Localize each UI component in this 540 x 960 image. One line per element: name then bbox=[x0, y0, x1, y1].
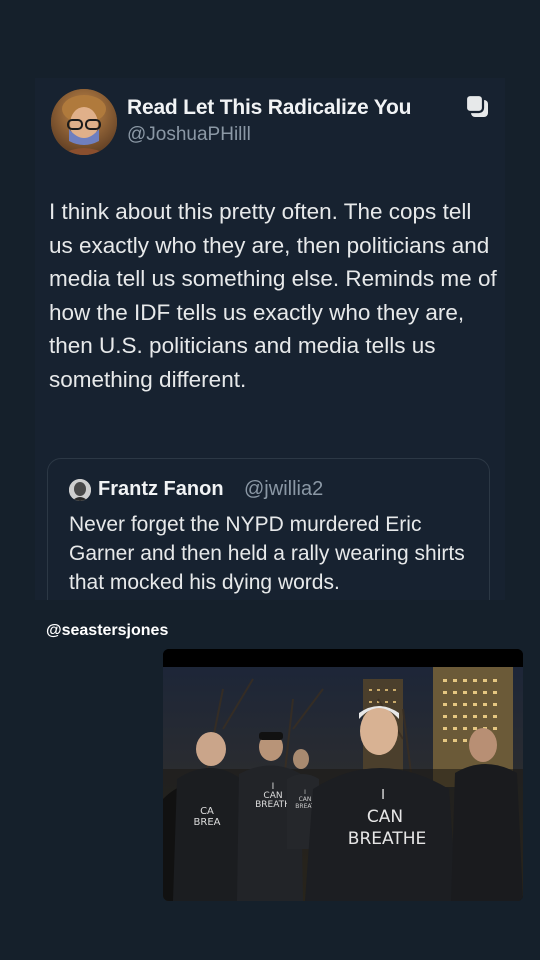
quote-avatar-photo-icon bbox=[69, 479, 91, 501]
shirt-text-center-2: CAN bbox=[367, 807, 403, 827]
quote-text: Never forget the NYPD murdered Eric Garn… bbox=[69, 513, 465, 594]
avatar-photo-icon bbox=[51, 89, 117, 155]
shirt-text-center-3: BREATHE bbox=[348, 829, 426, 849]
quote-avatar[interactable] bbox=[69, 479, 91, 501]
shirt-text-center-1: I bbox=[381, 788, 385, 803]
author-name[interactable]: Read Let This Radicalize You bbox=[127, 96, 411, 120]
shirt-text-small-2: CAN bbox=[299, 796, 312, 803]
protest-photo: CA BREA I CAN BREATH I CAN BREAT I CAN B… bbox=[163, 649, 523, 901]
quote-author-handle[interactable]: @jwillia2 bbox=[244, 478, 323, 501]
shirt-text-mid-3: BREATH bbox=[255, 800, 291, 810]
author-handle[interactable]: @JoshuaPHilll bbox=[127, 124, 251, 146]
quoted-tweet[interactable]: Frantz Fanon @jwillia2 Never forget the … bbox=[47, 458, 490, 600]
caption-handle: @seastersjones bbox=[46, 622, 169, 639]
shirt-text-small-1: I bbox=[304, 789, 306, 796]
quote-author-name[interactable]: Frantz Fanon bbox=[98, 478, 224, 501]
copy-icon[interactable] bbox=[464, 93, 490, 119]
tweet-card[interactable]: Read Let This Radicalize You @JoshuaPHil… bbox=[35, 78, 505, 600]
tweet-text: I think about this pretty often. The cop… bbox=[49, 199, 497, 392]
shirt-text-left-2: BREA bbox=[194, 817, 221, 828]
author-avatar[interactable] bbox=[51, 89, 117, 155]
shirt-text-left-1: CA bbox=[200, 806, 214, 817]
